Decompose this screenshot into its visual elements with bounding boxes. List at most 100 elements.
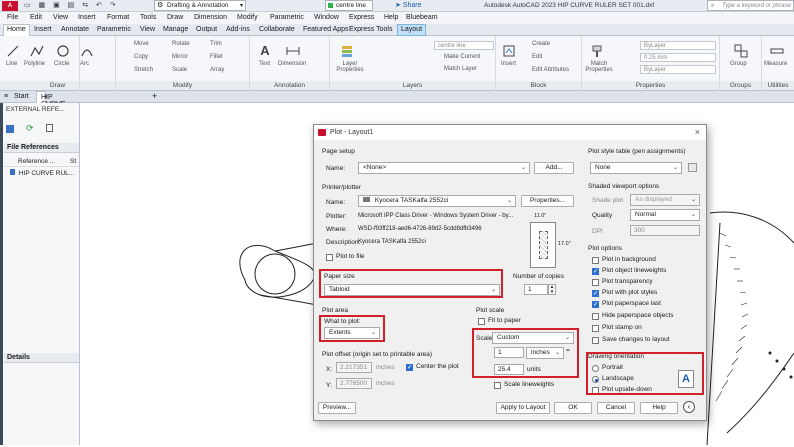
copies-input[interactable]: 1: [524, 284, 548, 295]
edit-attributes-button[interactable]: Edit Attributes: [532, 67, 569, 73]
quick-layer-box[interactable]: centre line: [325, 0, 373, 11]
properties-panel-label[interactable]: Properties: [582, 81, 719, 90]
menu-window[interactable]: Window: [314, 14, 339, 21]
edit-block-button[interactable]: Edit: [532, 54, 542, 60]
dpi-input[interactable]: 300: [630, 225, 700, 236]
create-block-button[interactable]: Create: [532, 41, 550, 47]
menu-bluebeam[interactable]: Bluebeam: [406, 14, 438, 21]
add-page-setup-button[interactable]: Add...: [534, 162, 574, 174]
plot-paperspace-last-checkbox[interactable]: [592, 300, 599, 308]
hide-paperspace-objects-checkbox[interactable]: [592, 313, 599, 320]
menu-tools[interactable]: Tools: [140, 14, 156, 21]
copies-spinner[interactable]: ▴ ▾: [548, 284, 556, 295]
plot-transparency-checkbox[interactable]: [592, 279, 599, 286]
tab-view[interactable]: View: [140, 26, 155, 33]
annotation-panel-label[interactable]: Annotation: [250, 81, 329, 90]
autocad-logo[interactable]: A CAD: [2, 1, 18, 19]
file-tab-drawing[interactable]: HIP CURVE RULER SET 001.dxf* ×: [36, 91, 67, 129]
preview-button[interactable]: Preview...: [318, 402, 356, 414]
mirror-tool[interactable]: Mirror: [172, 54, 188, 60]
fit-to-paper-checkbox[interactable]: [478, 318, 485, 325]
workspace-selector[interactable]: ⚙ Drafting & Annotation ▾: [154, 0, 246, 11]
tree-view-icon[interactable]: [46, 124, 53, 132]
insert-block-icon[interactable]: [502, 44, 516, 58]
measure-icon[interactable]: [770, 44, 784, 58]
tab-manage[interactable]: Manage: [163, 26, 188, 33]
plot-to-file-checkbox[interactable]: [326, 254, 333, 261]
dimension-icon[interactable]: [286, 44, 300, 58]
list-item[interactable]: HIP CURVE RUL...: [10, 169, 74, 177]
scale-lineweights-checkbox[interactable]: [494, 382, 501, 389]
dialog-title-bar[interactable]: Plot - Layout1: [314, 125, 706, 140]
page-setup-name-select[interactable]: <None> ⌄: [358, 162, 530, 174]
tab-express-tools[interactable]: Express Tools: [349, 26, 392, 33]
cancel-button[interactable]: Cancel: [597, 402, 635, 414]
menu-format[interactable]: Format: [107, 14, 129, 21]
apply-to-layout-button[interactable]: Apply to Layout: [496, 402, 550, 414]
attach-dwg-icon[interactable]: [6, 125, 14, 133]
close-icon[interactable]: ×: [695, 127, 700, 137]
array-tool[interactable]: Array: [210, 67, 224, 73]
move-tool[interactable]: Move: [134, 41, 149, 47]
fillet-tool[interactable]: Fillet: [210, 54, 223, 60]
edit-plot-style-icon[interactable]: [688, 163, 697, 172]
center-plot-checkbox[interactable]: [406, 363, 413, 371]
layer-properties-icon[interactable]: [340, 44, 354, 58]
tab-layout[interactable]: Layout: [397, 24, 427, 36]
printer-properties-button[interactable]: Properties...: [521, 195, 574, 207]
menu-file[interactable]: File: [7, 14, 18, 21]
share-button[interactable]: ➤ Share: [395, 1, 422, 9]
stretch-tool[interactable]: Stretch: [134, 67, 153, 73]
menu-edit[interactable]: Edit: [30, 14, 42, 21]
menu-draw[interactable]: Draw: [167, 14, 183, 21]
color-dropdown[interactable]: ByLayer: [640, 41, 716, 50]
search-input[interactable]: ⌕ Type a keyword or phrase: [707, 0, 794, 11]
menu-modify[interactable]: Modify: [237, 14, 258, 21]
utilities-panel-label[interactable]: Utilities: [762, 81, 794, 90]
save-changes-checkbox[interactable]: [592, 337, 599, 344]
plot-style-select[interactable]: None ⌄: [590, 162, 682, 174]
layers-panel-label[interactable]: Layers: [330, 81, 495, 90]
scale-tool[interactable]: Scale: [172, 67, 187, 73]
plot-in-background-checkbox[interactable]: [592, 257, 599, 264]
reference-column-header[interactable]: Reference ... St: [4, 157, 79, 167]
tab-insert[interactable]: Insert: [34, 26, 52, 33]
rotate-tool[interactable]: Rotate: [172, 41, 190, 47]
plot-with-plot-styles-checkbox[interactable]: [592, 289, 599, 297]
make-current-button[interactable]: Make Current: [444, 54, 480, 60]
arc-icon[interactable]: [80, 44, 94, 58]
collapse-options-icon[interactable]: ‹: [683, 401, 695, 413]
lineweight-dropdown[interactable]: 0.25 mm: [640, 53, 716, 62]
tab-parametric[interactable]: Parametric: [97, 26, 131, 33]
match-layer-button[interactable]: Match Layer: [444, 66, 477, 72]
plot-stamp-on-checkbox[interactable]: [592, 325, 599, 332]
offset-y-input[interactable]: 2.776500: [336, 378, 372, 389]
menu-parametric[interactable]: Parametric: [270, 14, 304, 21]
quick-access-toolbar[interactable]: ▭ ▦ ▣ ▤ ⇆ ↶ ↷: [24, 1, 119, 9]
palette-title-strip[interactable]: [0, 103, 3, 445]
menu-dimension[interactable]: Dimension: [194, 14, 227, 21]
tab-collaborate[interactable]: Collaborate: [259, 26, 295, 33]
menu-help[interactable]: Help: [384, 14, 398, 21]
details-header[interactable]: Details: [4, 353, 79, 363]
trim-tool[interactable]: Trim: [210, 41, 222, 47]
menu-view[interactable]: View: [53, 14, 68, 21]
file-references-header[interactable]: File References: [4, 143, 79, 153]
tab-addins[interactable]: Add-ins: [226, 26, 250, 33]
menu-express[interactable]: Express: [349, 14, 374, 21]
menu-insert[interactable]: Insert: [78, 14, 96, 21]
tab-home[interactable]: Home: [3, 24, 30, 36]
groups-panel-label[interactable]: Groups: [720, 81, 761, 90]
match-properties-icon[interactable]: [590, 44, 604, 58]
help-button[interactable]: Help: [640, 402, 678, 414]
copy-tool[interactable]: Copy: [134, 54, 148, 60]
text-icon[interactable]: A: [258, 44, 272, 58]
quality-select[interactable]: Normal ⌄: [630, 209, 700, 221]
tab-featured-apps[interactable]: Featured Apps: [303, 26, 349, 33]
group-icon[interactable]: [734, 44, 748, 58]
layer-dropdown[interactable]: centre line: [434, 41, 494, 50]
block-panel-label[interactable]: Block: [496, 81, 581, 90]
ok-button[interactable]: OK: [554, 402, 592, 414]
printer-name-select[interactable]: Kyocera TASKalfa 2552ci ⌄: [358, 195, 516, 207]
menu-icon[interactable]: ≡: [4, 93, 8, 100]
